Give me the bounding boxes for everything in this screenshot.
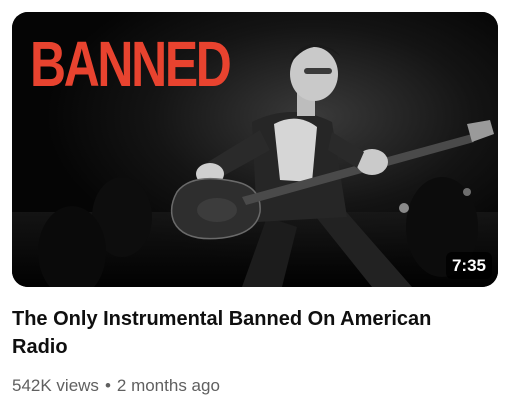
thumbnail-banner-text: BANNED bbox=[30, 28, 232, 100]
upload-age: 2 months ago bbox=[116, 376, 220, 395]
video-card[interactable]: BANNED 7:35 The Only Instrumental Banned… bbox=[0, 0, 510, 418]
separator-dot: • bbox=[104, 376, 111, 395]
view-count: 542K views bbox=[12, 376, 99, 395]
video-title[interactable]: The Only Instrumental Banned On American… bbox=[12, 305, 492, 361]
video-details: The Only Instrumental Banned On American… bbox=[12, 305, 492, 397]
video-thumbnail[interactable]: BANNED 7:35 bbox=[12, 12, 498, 287]
video-stats: 542K views • 2 months ago bbox=[12, 375, 492, 397]
duration-badge: 7:35 bbox=[445, 252, 492, 279]
